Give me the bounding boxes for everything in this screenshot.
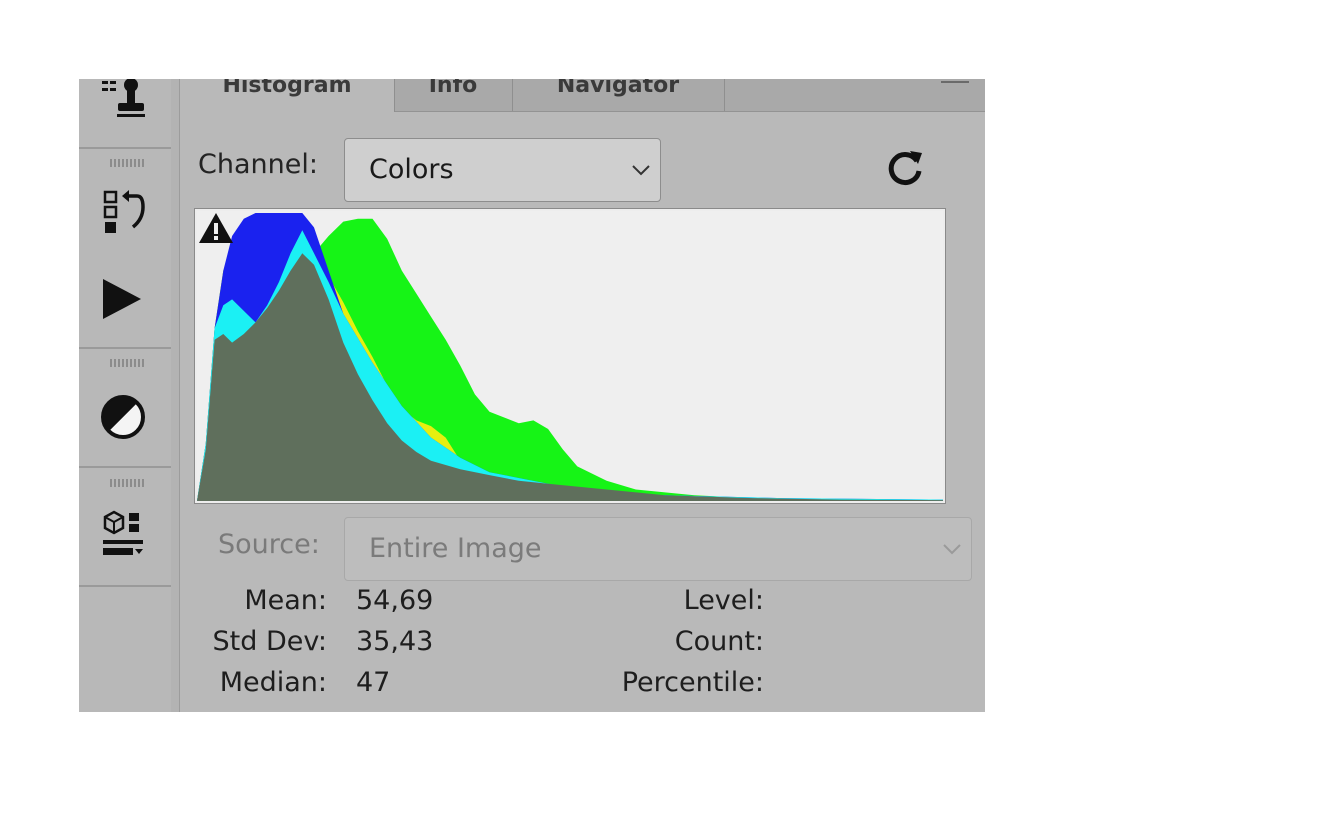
channel-select-value: Colors [369, 154, 454, 185]
chevron-down-icon [632, 165, 650, 176]
play-actions-icon [103, 279, 141, 319]
level-label: Level: [683, 585, 764, 616]
panel-tabs: Histogram Info Navigator [180, 79, 985, 112]
histogram-svg [197, 213, 943, 501]
std-dev-label: Std Dev: [212, 626, 327, 657]
source-label: Source: [218, 529, 320, 560]
tab-info[interactable]: Info [394, 79, 513, 111]
panel-tool-strip [79, 79, 172, 712]
histogram-panel: Histogram Info Navigator Channel: Colors [180, 79, 985, 712]
source-select-value: Entire Image [369, 533, 542, 564]
percentile-label: Percentile: [621, 667, 764, 698]
median-label: Median: [219, 667, 327, 698]
panel-menu-icon[interactable] [941, 79, 969, 83]
tool-clone-source[interactable] [93, 79, 153, 131]
source-select[interactable]: Entire Image [344, 517, 972, 581]
channel-label: Channel: [198, 149, 318, 180]
mean-label: Mean: [244, 585, 327, 616]
histogram-graph [194, 208, 946, 504]
std-dev-value: 35,43 [356, 626, 434, 657]
panel-gutter [171, 79, 180, 712]
channel-select[interactable]: Colors [344, 138, 661, 202]
tool-actions[interactable] [93, 275, 153, 327]
tool-adjustments[interactable] [93, 391, 153, 443]
median-value: 47 [356, 667, 391, 698]
tool-history[interactable] [93, 189, 153, 241]
tab-navigator[interactable]: Navigator [512, 79, 725, 111]
mean-value: 54,69 [356, 585, 434, 616]
chevron-down-icon [943, 544, 961, 555]
history-icon [103, 190, 145, 233]
3d-materials-icon [103, 510, 143, 555]
clone-source-icon [102, 79, 145, 117]
count-label: Count: [674, 626, 764, 657]
refresh-button[interactable] [880, 143, 930, 191]
screenshot-crop: Histogram Info Navigator Channel: Colors [79, 79, 985, 712]
refresh-icon [888, 151, 922, 186]
adjustments-icon [101, 395, 145, 439]
tool-3d-materials[interactable] [93, 507, 153, 559]
tab-histogram[interactable]: Histogram [180, 79, 395, 112]
warning-icon[interactable] [197, 211, 235, 245]
